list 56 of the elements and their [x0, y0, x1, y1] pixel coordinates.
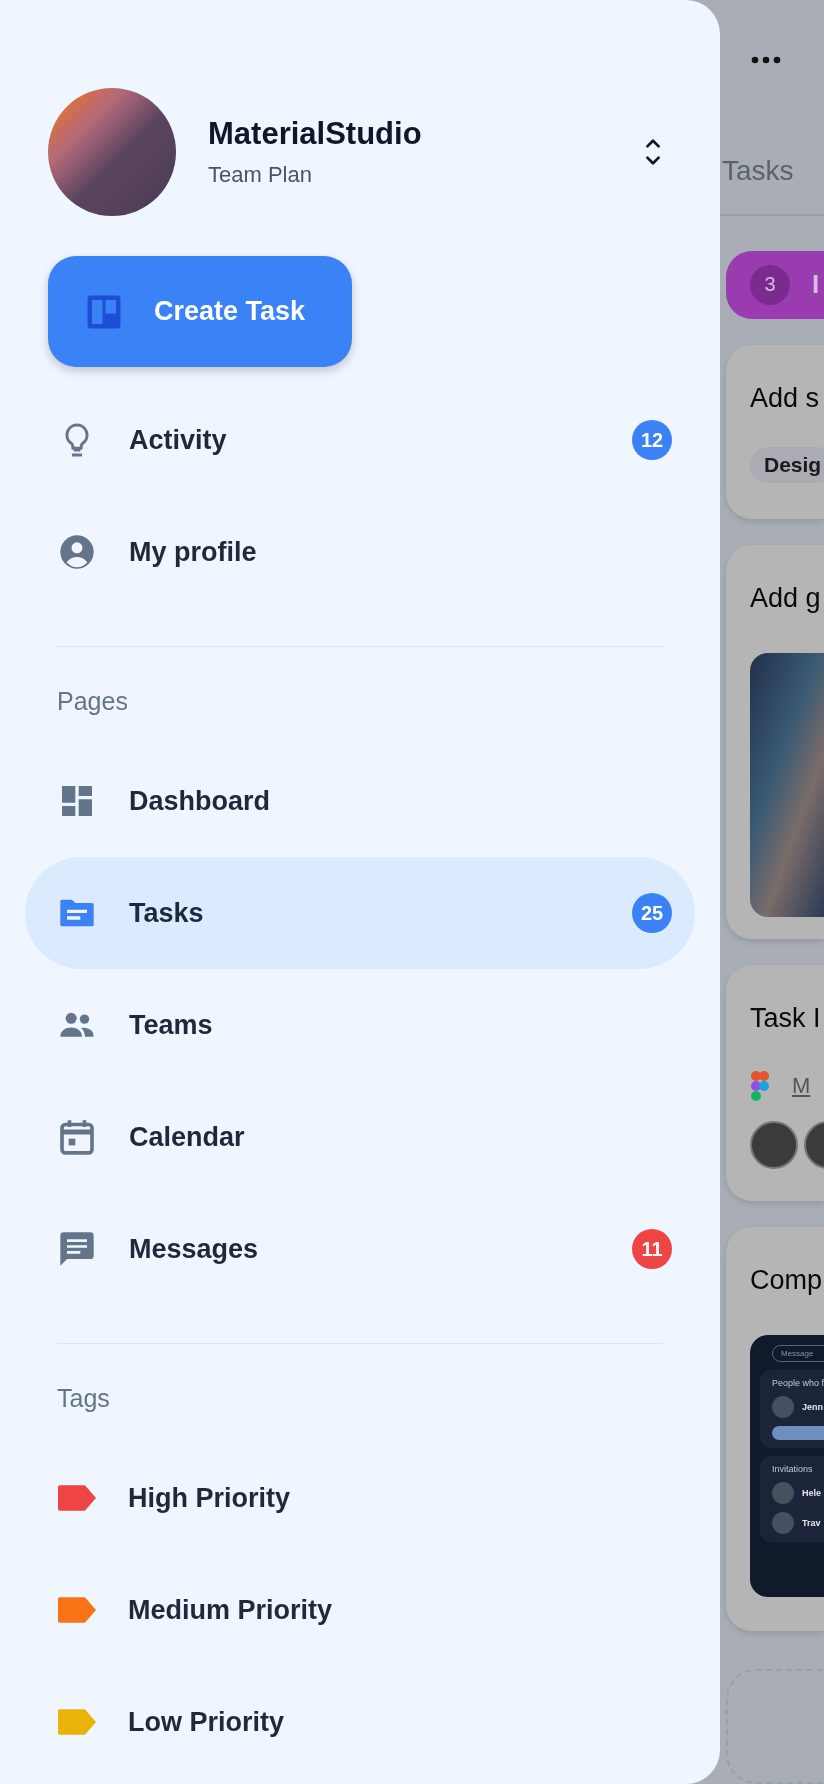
- nav-label: Tasks: [129, 897, 205, 929]
- tag-item[interactable]: Low Priority: [25, 1666, 695, 1778]
- more-icon: [751, 56, 781, 65]
- nav-item[interactable]: Dashboard: [25, 745, 695, 857]
- avatar: [772, 1481, 794, 1504]
- figma-icon: [750, 1070, 770, 1101]
- tag-chip: Desig: [750, 446, 824, 483]
- task-card[interactable]: Comp Message People who f Jenn Invitations Hele Trav: [726, 1226, 824, 1631]
- account-icon: [57, 532, 97, 572]
- section-heading: Tags: [56, 1383, 111, 1413]
- person-name: Hele: [802, 1487, 821, 1498]
- task-card[interactable]: Task I M: [726, 964, 824, 1201]
- task-card[interactable]: Add s Desig: [726, 344, 824, 519]
- tag-item[interactable]: Medium Priority: [25, 1554, 695, 1666]
- nav-label: Messages: [129, 1233, 260, 1265]
- nav-item[interactable]: Activity 12: [25, 384, 695, 496]
- section-heading: Pages: [56, 686, 129, 716]
- nav-item[interactable]: Messages 11: [25, 1193, 695, 1305]
- card-title: Add g: [750, 582, 822, 615]
- count-badge: 12: [632, 420, 672, 460]
- count-badge: 3: [750, 264, 790, 305]
- nav-item[interactable]: Teams: [25, 969, 695, 1081]
- expand-icon: [644, 136, 662, 168]
- create-task-button[interactable]: Create Task: [48, 256, 352, 367]
- count-badge: 11: [632, 1229, 672, 1269]
- follow-button[interactable]: [772, 1425, 824, 1440]
- card-title: Task I: [750, 1002, 822, 1035]
- nav-item[interactable]: My profile: [25, 496, 695, 608]
- tag-item[interactable]: High Priority: [25, 1442, 695, 1554]
- column-title: I: [812, 269, 820, 301]
- person-name: Jenn: [802, 1401, 823, 1412]
- nav-label: Activity: [129, 424, 228, 456]
- nav-item[interactable]: Calendar: [25, 1081, 695, 1193]
- avatar: [750, 1120, 798, 1169]
- nav-item[interactable]: Tasks 25: [25, 857, 695, 969]
- panel-title: Invitations: [772, 1463, 814, 1474]
- account-name: MaterialStudio: [208, 116, 423, 152]
- nav-label: Teams: [129, 1009, 214, 1041]
- task-card[interactable]: Add g: [726, 544, 824, 939]
- calendar-icon: [57, 1117, 97, 1157]
- tag-label: Low Priority: [128, 1706, 285, 1738]
- account-plan: Team Plan: [208, 162, 313, 188]
- person-name: Trav: [802, 1517, 821, 1528]
- avatar: [772, 1511, 794, 1534]
- count-badge: 25: [632, 893, 672, 933]
- card-title: Comp: [750, 1264, 824, 1297]
- tag-label: Medium Priority: [128, 1594, 334, 1626]
- panel-title: People who f: [772, 1377, 824, 1388]
- nav-label: Calendar: [129, 1121, 246, 1153]
- nav-label: My profile: [129, 536, 258, 568]
- board-icon: [86, 293, 122, 330]
- file-link[interactable]: M: [792, 1072, 811, 1099]
- avatar: [772, 1395, 794, 1418]
- nav-label: Dashboard: [129, 785, 272, 817]
- tag-label: High Priority: [128, 1482, 291, 1514]
- card-title: Add s: [750, 382, 821, 415]
